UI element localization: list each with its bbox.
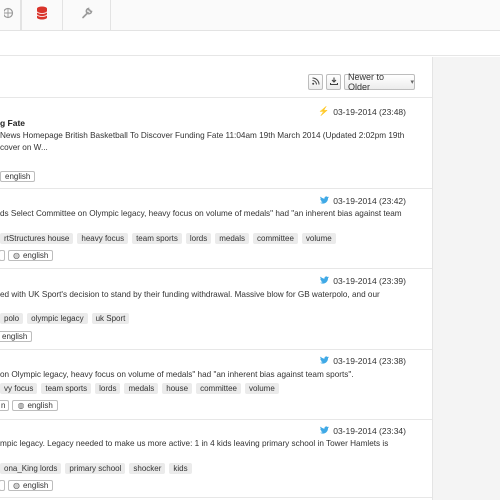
item-timestamp: 03-19-2014 (23:34) xyxy=(333,426,406,436)
item-title[interactable]: g Fate xyxy=(0,118,25,128)
tag[interactable]: team sports xyxy=(132,233,182,244)
download-icon xyxy=(329,77,338,87)
tab-database[interactable] xyxy=(21,0,63,30)
language-badge[interactable]: ◍ english xyxy=(12,400,58,411)
language-badge[interactable]: english xyxy=(0,331,33,342)
tag[interactable]: house xyxy=(162,383,193,394)
item-meta: 03-19-2014 (23:39) xyxy=(320,276,406,286)
tag[interactable]: shocker xyxy=(129,463,166,474)
language-badge[interactable]: ◍ english xyxy=(8,250,54,261)
database-icon xyxy=(36,6,48,25)
language-label: n xyxy=(1,401,6,410)
tag[interactable]: lords xyxy=(95,383,121,394)
tag[interactable]: team sports xyxy=(41,383,92,394)
globe-icon xyxy=(2,6,16,24)
sub-header xyxy=(0,31,500,56)
globe-icon: ◍ xyxy=(13,481,20,490)
globe-icon: ◍ xyxy=(13,251,20,260)
list-item[interactable]: 03-19-2014 (23:42) ds Select Committee o… xyxy=(0,189,432,268)
tag[interactable]: vy focus xyxy=(0,383,38,394)
item-body-line: on Olympic legacy, heavy focus on volume… xyxy=(0,370,354,379)
list-item[interactable]: 03-19-2014 (23:39) ed with UK Sport's de… xyxy=(0,269,432,349)
language-badge[interactable]: english xyxy=(0,171,36,182)
sort-label: Newer to Older xyxy=(348,72,385,92)
language-badge[interactable]: ◍ english xyxy=(8,480,54,491)
top-toolbar xyxy=(0,0,500,31)
lightning-icon: ⚡ xyxy=(318,106,330,116)
item-timestamp: 03-19-2014 (23:39) xyxy=(333,276,406,286)
item-meta: 03-19-2014 (23:42) xyxy=(320,196,406,206)
item-timestamp: 03-19-2014 (23:48) xyxy=(333,106,406,117)
side-gutter xyxy=(432,57,500,500)
chevron-down-icon: ▾ xyxy=(410,79,414,86)
language-label: english xyxy=(5,172,31,181)
rss-button[interactable] xyxy=(308,74,323,90)
language-badge[interactable]: n xyxy=(0,400,10,411)
wrench-icon xyxy=(81,6,93,24)
tag[interactable]: heavy focus xyxy=(77,233,129,244)
list-item[interactable]: 03-19-2014 (23:34) mpic legacy. Legacy n… xyxy=(0,420,432,500)
rss-icon xyxy=(311,77,320,87)
item-timestamp: 03-19-2014 (23:42) xyxy=(333,196,406,206)
tab-globe[interactable] xyxy=(0,0,21,30)
item-body-line: ed with UK Sport's decision to stand by … xyxy=(0,290,380,299)
tag[interactable]: ona_King lords xyxy=(0,463,62,474)
language-badge[interactable] xyxy=(0,480,5,491)
language-label: english xyxy=(27,401,53,410)
language-label: english xyxy=(2,332,28,341)
item-meta: ⚡ 03-19-2014 (23:48) xyxy=(318,106,406,117)
twitter-icon xyxy=(320,426,330,436)
tag[interactable]: primary school xyxy=(65,463,126,474)
item-meta: 03-19-2014 (23:38) xyxy=(320,356,406,366)
tag[interactable]: polo xyxy=(0,313,24,324)
item-body-line: cover on W... xyxy=(0,143,48,152)
tag[interactable]: uk Sport xyxy=(91,313,130,324)
tag[interactable]: olympic legacy xyxy=(27,313,88,324)
tag[interactable]: kids xyxy=(169,463,192,474)
item-timestamp: 03-19-2014 (23:38) xyxy=(333,356,406,366)
tag[interactable]: rtStructures house xyxy=(0,233,74,244)
tag[interactable]: lords xyxy=(185,233,212,244)
tag[interactable]: volume xyxy=(244,383,279,394)
language-badge[interactable] xyxy=(0,250,5,261)
item-meta: 03-19-2014 (23:34) xyxy=(320,426,406,436)
divider xyxy=(0,497,432,498)
tag[interactable]: committee xyxy=(196,383,241,394)
twitter-icon xyxy=(320,276,330,286)
download-button[interactable] xyxy=(326,74,341,90)
globe-icon: ◍ xyxy=(17,401,25,410)
twitter-icon xyxy=(320,196,330,206)
sort-dropdown[interactable]: Newer to Older ▾ xyxy=(344,72,415,92)
twitter-icon xyxy=(320,356,330,366)
item-body-line: mpic legacy. Legacy needed to make us mo… xyxy=(0,439,389,448)
tag[interactable]: medals xyxy=(124,383,159,394)
list-item[interactable]: 03-19-2014 (23:38) on Olympic legacy, he… xyxy=(0,350,432,419)
tag[interactable]: medals xyxy=(215,233,250,244)
language-label: english xyxy=(22,251,49,260)
tab-settings[interactable] xyxy=(63,0,111,30)
item-body-line: ds Select Committee on Olympic legacy, h… xyxy=(0,209,402,218)
list-item[interactable]: ⚡ 03-19-2014 (23:48) g Fate News Homepag… xyxy=(0,98,432,188)
tag[interactable]: volume xyxy=(301,233,336,244)
tag[interactable]: committee xyxy=(253,233,298,244)
language-label: english xyxy=(22,481,49,490)
